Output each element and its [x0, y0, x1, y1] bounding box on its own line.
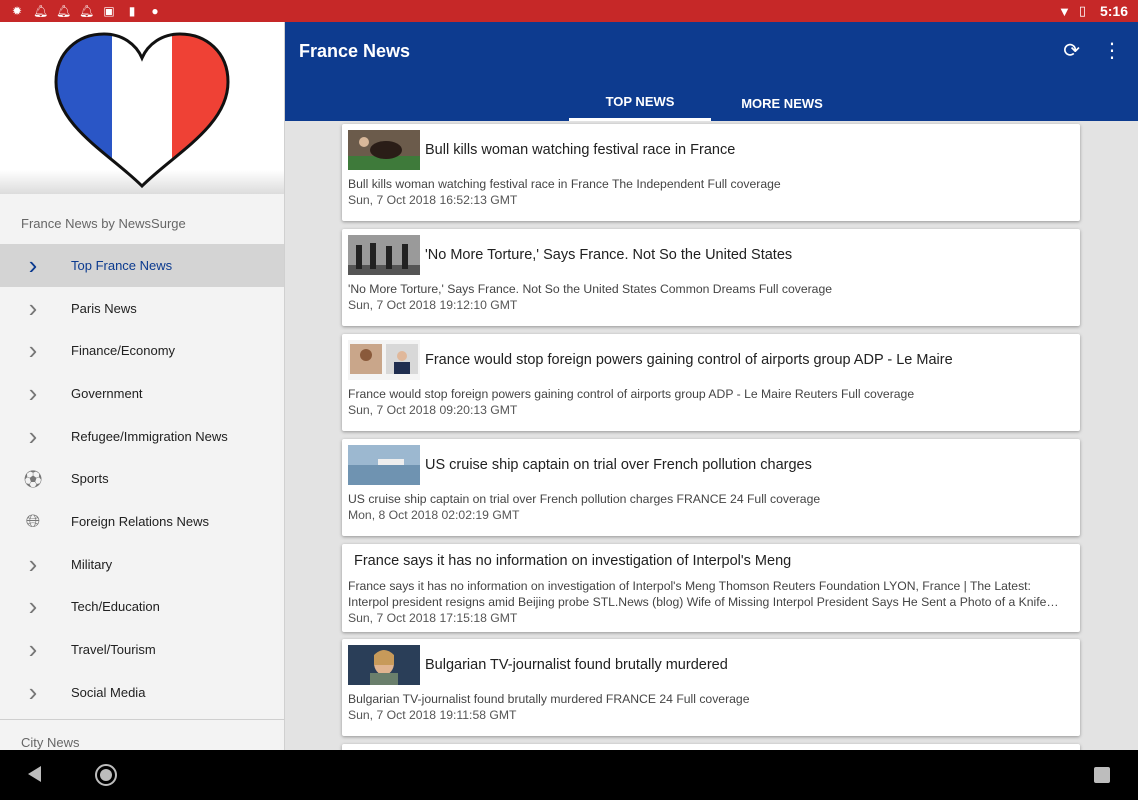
news-title[interactable]: France says it has no information on inv…: [354, 553, 791, 569]
drawer-item[interactable]: › Travel/Tourism: [0, 628, 284, 671]
drawer-item-label: Sports: [71, 471, 109, 487]
battery-icon: ▯: [1078, 3, 1086, 18]
notification-icons: ✹ 🔔︎ 🔔︎ 🔔︎ ▣ ▮ ●: [10, 4, 162, 18]
drawer-item-label: Tech/Education: [71, 599, 160, 615]
news-description: France would stop foreign powers gaining…: [348, 387, 915, 401]
chevron-right-icon: ›: [28, 420, 38, 451]
tab-more-news[interactable]: MORE NEWS: [711, 85, 853, 121]
record-icon: ●: [151, 4, 159, 18]
news-description: 'No More Torture,' Says France. Not So t…: [348, 282, 832, 296]
soccer-ball-icon: ⚽︎: [24, 469, 42, 490]
settings-icon: ✹: [11, 4, 23, 18]
sd-card-icon: ▮: [128, 4, 136, 18]
tab-bar: TOP NEWS MORE NEWS: [569, 85, 853, 121]
news-card[interactable]: Bulgarian TV-journalist found brutally m…: [342, 639, 1080, 736]
news-date: Sun, 7 Oct 2018 19:11:58 GMT: [348, 708, 517, 722]
app-bar: France News ⟳ ⋮ TOP NEWS MORE NEWS: [285, 22, 1138, 121]
app-icon: ▣: [103, 4, 115, 18]
drawer-item-label: Military: [71, 556, 113, 572]
chevron-right-icon: ›: [28, 377, 38, 408]
app-title: France News: [299, 41, 411, 61]
news-card[interactable]: France says it has no information on inv…: [342, 544, 1080, 632]
france-heart-logo: [54, 32, 230, 189]
drawer-item[interactable]: 🌐︎ Foreign Relations News: [0, 500, 284, 543]
drawer-item[interactable]: › Social Media: [0, 671, 284, 714]
news-date: Sun, 7 Oct 2018 16:52:13 GMT: [348, 193, 518, 207]
chevron-right-icon: ›: [28, 634, 38, 665]
chevron-right-icon: ›: [28, 292, 38, 323]
drawer-item-label: Social Media: [71, 684, 146, 700]
news-description: Bull kills woman watching festival race …: [348, 177, 781, 191]
news-thumbnail: [348, 445, 420, 485]
bell-icon: 🔔︎: [79, 4, 95, 18]
news-title[interactable]: Bull kills woman watching festival race …: [425, 142, 735, 158]
news-title[interactable]: US cruise ship captain on trial over Fre…: [425, 457, 812, 473]
drawer-item-label: Government: [71, 385, 143, 401]
news-title[interactable]: France would stop foreign powers gaining…: [425, 352, 953, 368]
news-title[interactable]: Bulgarian TV-journalist found brutally m…: [425, 657, 728, 673]
drawer-item[interactable]: › Finance/Economy: [0, 329, 284, 372]
news-description: France says it has no information on inv…: [348, 579, 1059, 609]
drawer-item[interactable]: › Paris News: [0, 287, 284, 330]
news-description: Bulgarian TV-journalist found brutally m…: [348, 692, 750, 706]
chevron-right-icon: ›: [28, 548, 38, 579]
status-bar: ✹ 🔔︎ 🔔︎ 🔔︎ ▣ ▮ ● ▼ ▯ 5:16: [0, 0, 1138, 22]
news-date: Sun, 7 Oct 2018 19:12:10 GMT: [348, 298, 518, 312]
news-thumbnail: [348, 235, 420, 275]
drawer-item[interactable]: › Military: [0, 543, 284, 586]
refresh-icon[interactable]: ⟳: [1063, 38, 1080, 63]
chevron-right-icon: ›: [28, 335, 38, 366]
drawer-item-label: Refugee/Immigration News: [71, 428, 228, 444]
news-thumbnail: [348, 340, 420, 380]
drawer-item[interactable]: › Government: [0, 372, 284, 415]
news-card[interactable]: Bull kills woman watching festival race …: [342, 124, 1080, 221]
drawer-item-label: Finance/Economy: [71, 343, 176, 359]
drawer-item[interactable]: › Refugee/Immigration News: [0, 415, 284, 458]
news-thumbnail: [348, 645, 420, 685]
recents-icon[interactable]: [1094, 767, 1110, 783]
globe-icon: 🌐︎: [25, 510, 41, 531]
drawer-item[interactable]: › Tech/Education: [0, 586, 284, 629]
system-nav-bar: [0, 750, 1138, 800]
news-card[interactable]: 'No More Torture,' Says France. Not So t…: [342, 229, 1080, 326]
drawer-item-label: Foreign Relations News: [71, 513, 210, 529]
home-icon[interactable]: [95, 764, 117, 786]
chevron-right-icon: ›: [28, 676, 38, 707]
chevron-right-icon: ›: [28, 249, 38, 280]
navigation-drawer: France News by NewsSurge › Top France New…: [0, 22, 285, 750]
bell-icon: 🔔︎: [33, 4, 49, 18]
drawer-item[interactable]: › Top France News: [0, 244, 284, 287]
wifi-icon: ▼: [1057, 3, 1071, 19]
news-card[interactable]: US cruise ship captain on trial over Fre…: [342, 439, 1080, 536]
drawer-section-city-news: City News: [21, 734, 80, 750]
tab-top-news[interactable]: TOP NEWS: [569, 85, 711, 121]
news-date: Sun, 7 Oct 2018 09:20:13 GMT: [348, 403, 518, 417]
drawer-item[interactable]: ⚽︎ Sports: [0, 457, 284, 500]
news-date: Mon, 8 Oct 2018 02:02:19 GMT: [348, 508, 520, 522]
news-date: Sun, 7 Oct 2018 17:15:18 GMT: [348, 611, 518, 625]
news-description: US cruise ship captain on trial over Fre…: [348, 492, 821, 506]
back-icon[interactable]: [28, 766, 41, 782]
bell-icon: 🔔︎: [56, 4, 72, 18]
chevron-right-icon: ›: [28, 591, 38, 622]
drawer-item-label: Paris News: [71, 300, 137, 316]
drawer-item-label: Travel/Tourism: [71, 642, 156, 658]
news-list: Bull kills woman watching festival race …: [285, 121, 1138, 750]
overflow-menu-icon[interactable]: ⋮: [1102, 38, 1122, 63]
news-thumbnail: [348, 130, 420, 170]
drawer-item-label: Top France News: [71, 257, 173, 273]
news-title[interactable]: 'No More Torture,' Says France. Not So t…: [425, 247, 792, 263]
news-card[interactable]: France would stop foreign powers gaining…: [342, 334, 1080, 431]
drawer-header: [0, 22, 284, 194]
clock: 5:16: [1099, 3, 1128, 19]
drawer-subheader: France News by NewsSurge: [21, 216, 186, 231]
